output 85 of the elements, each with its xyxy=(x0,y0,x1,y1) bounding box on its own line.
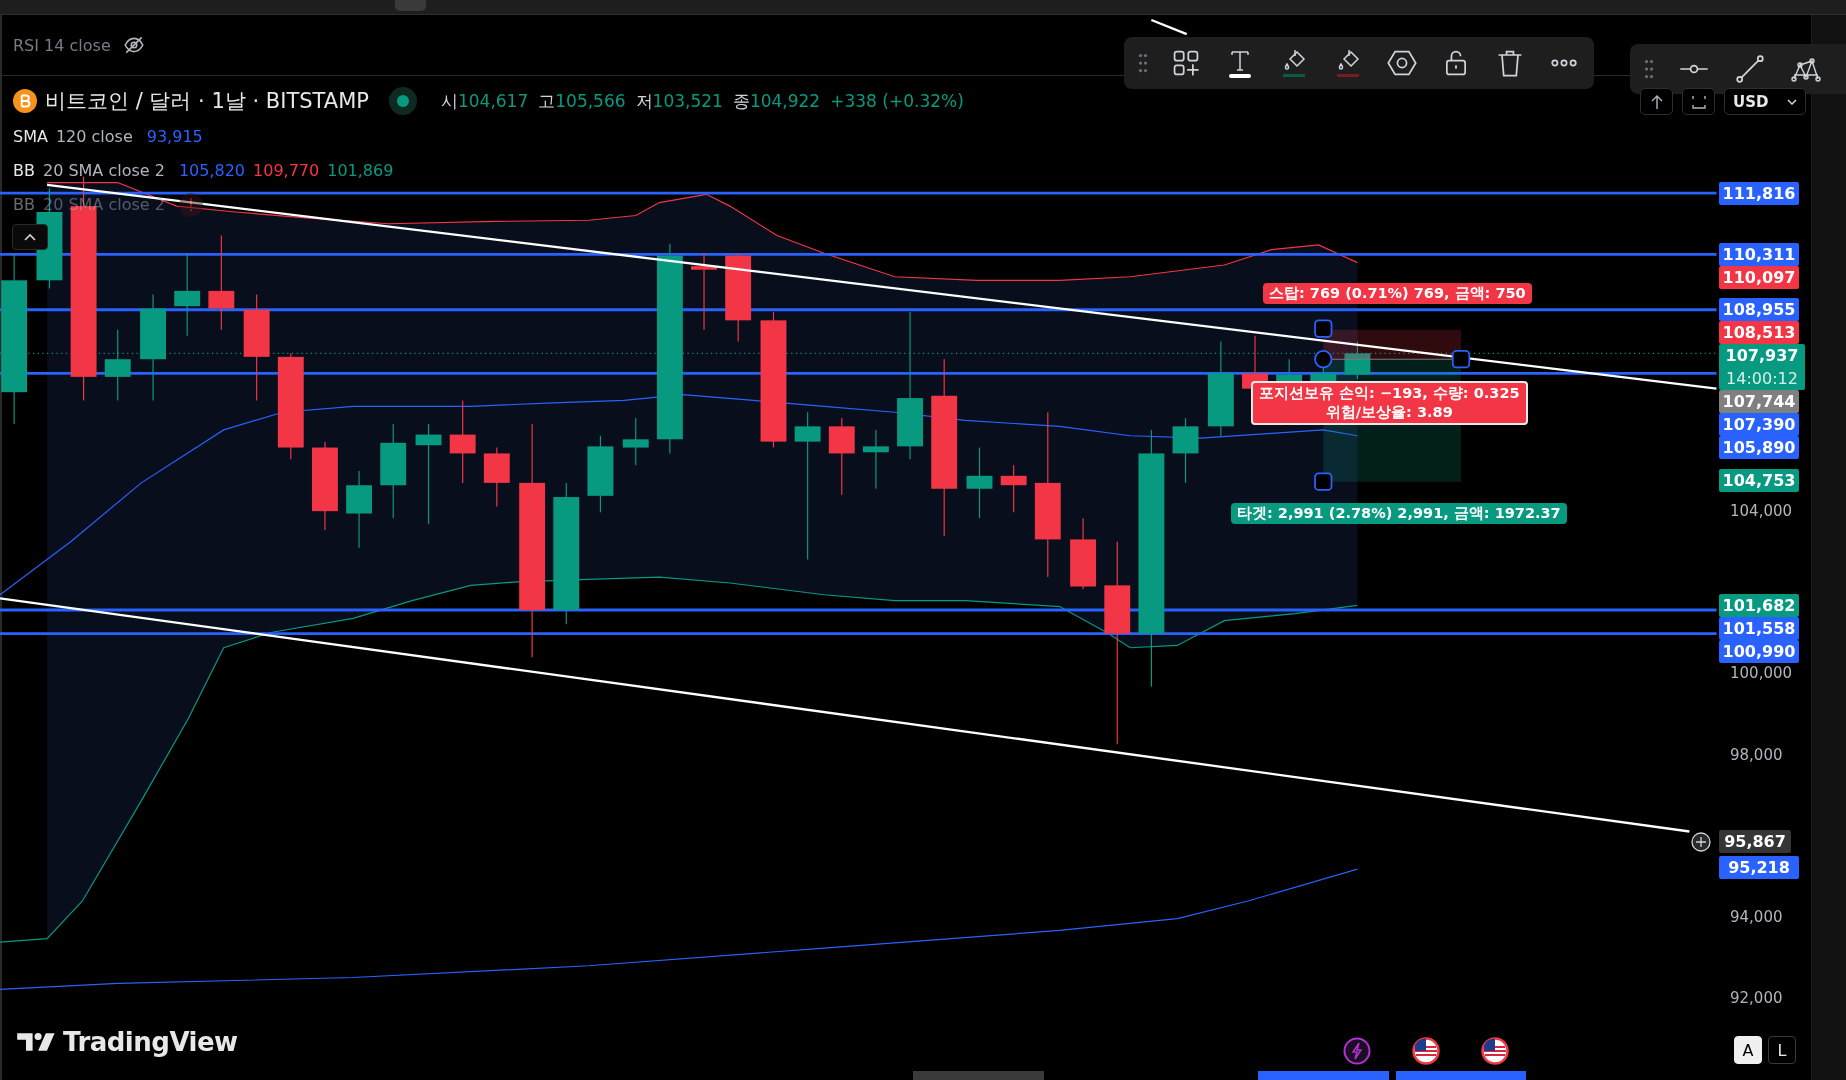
ohlc-value: 104,922 xyxy=(749,91,821,111)
trend-line-icon[interactable] xyxy=(1734,53,1766,85)
horizontal-line[interactable] xyxy=(0,252,1717,256)
arrow-up-icon xyxy=(1649,93,1664,110)
price-label: 110,097 xyxy=(1719,266,1799,290)
price-value: 107,937 xyxy=(1724,345,1800,368)
flag-event-icon[interactable] xyxy=(1480,1036,1510,1066)
axis-tick-label: 104,000 xyxy=(1730,501,1793,521)
ohlc-label: 저 xyxy=(635,89,653,113)
indicator-params: 20 SMA close 2 xyxy=(42,161,165,180)
currency-dropdown[interactable]: USD xyxy=(1724,88,1806,115)
caret-icon xyxy=(24,233,36,241)
scale-button[interactable]: A xyxy=(1734,1036,1762,1064)
ohlc-value: 105,566 xyxy=(555,91,626,111)
horizontal-line[interactable] xyxy=(0,308,1717,312)
candle xyxy=(622,417,649,466)
axis-tick-label: 98,000 xyxy=(1730,744,1783,765)
risk-reward-text: 위험/보상율: 3.89 xyxy=(1325,403,1453,422)
price-label: 95,218 xyxy=(1719,856,1799,880)
drag-grip-icon[interactable] xyxy=(1138,53,1148,73)
ohlc-value: 103,521 xyxy=(652,91,723,111)
axis-tick-label: 100,000 xyxy=(1730,663,1793,684)
countdown-timer: 14:00:12 xyxy=(1725,368,1799,391)
drag-handle[interactable] xyxy=(1451,350,1471,369)
add-icon[interactable] xyxy=(1690,830,1712,853)
candle xyxy=(862,429,889,490)
eye-slash-icon[interactable] xyxy=(122,34,145,56)
indicator-value: 93,915 xyxy=(146,127,203,146)
price-label: 101,682 xyxy=(1719,593,1799,617)
lightning-event-icon[interactable] xyxy=(1342,1036,1372,1066)
ohlc-label: 종 xyxy=(732,89,750,113)
axis-tick-label: 92,000 xyxy=(1730,988,1783,1009)
axis-tick-label: 94,000 xyxy=(1730,907,1783,927)
indicator-name[interactable]: BB xyxy=(13,195,35,214)
price-label: 108,513 xyxy=(1719,321,1799,345)
drag-handle[interactable] xyxy=(1314,319,1333,338)
price-label: 107,390 xyxy=(1719,413,1799,437)
price-label: 105,890 xyxy=(1719,436,1799,460)
collapse-button[interactable] xyxy=(12,224,48,250)
stop-loss-label: 스탑: 769 (0.71%) 769, 금액: 750 xyxy=(1263,283,1532,304)
chevron-down-icon xyxy=(1787,98,1797,105)
price-label: 108,955 xyxy=(1719,298,1799,322)
price-label: 107,744 xyxy=(1719,390,1799,414)
fit-button[interactable] xyxy=(1682,88,1715,115)
indicator-params: 120 close xyxy=(55,127,133,146)
indicator-value: 101,869 xyxy=(327,161,394,180)
price-label: 104,753 xyxy=(1719,468,1799,492)
bracket-icon xyxy=(1690,93,1707,110)
price-label: 101,558 xyxy=(1719,616,1799,640)
scroll-button[interactable] xyxy=(1640,88,1673,115)
price-label: 111,816 xyxy=(1719,182,1799,206)
indicator-value: 105,820 xyxy=(178,161,246,180)
ohlc-value: 104,617 xyxy=(457,91,529,111)
scrollbar-thumb[interactable] xyxy=(913,1071,1044,1080)
coin-icon xyxy=(13,89,37,113)
flag-event-icon[interactable] xyxy=(1411,1036,1441,1066)
drag-handle[interactable] xyxy=(1314,350,1333,369)
trend-line[interactable] xyxy=(1150,18,1188,36)
logo-icon xyxy=(17,1031,57,1053)
horizontal-line[interactable] xyxy=(0,191,1717,195)
warning-icon[interactable] xyxy=(178,192,203,217)
drag-grip-icon[interactable] xyxy=(1644,59,1654,79)
brand-name[interactable]: TradingView xyxy=(63,1027,238,1057)
scale-button[interactable]: L xyxy=(1768,1036,1796,1064)
indicator-name[interactable]: BB xyxy=(13,161,35,180)
indicator-value: 109,770 xyxy=(253,161,320,180)
indicator-name[interactable]: SMA xyxy=(13,127,48,146)
pnl-text: 포지션보유 손익: −193, 수량: 0.325 xyxy=(1259,384,1520,403)
horizontal-line[interactable] xyxy=(0,608,1717,612)
horizontal-line[interactable] xyxy=(0,371,1717,375)
horizontal-line[interactable] xyxy=(0,632,1717,636)
take-profit-label: 타겟: 2,991 (2.78%) 2,991, 금액: 1972.37 xyxy=(1231,503,1567,524)
price-label: 100,990 xyxy=(1719,639,1799,663)
ohlc-label: 시 xyxy=(440,89,458,113)
price-label: 95,867 xyxy=(1719,829,1791,853)
drag-handle[interactable] xyxy=(1314,472,1333,491)
candle xyxy=(1344,340,1371,380)
ohlc-label: 고 xyxy=(538,89,556,113)
symbol-title[interactable]: 비트코인 / 달러 · 1날 · BITSTAMP xyxy=(45,87,369,115)
candle xyxy=(1172,417,1199,484)
candle xyxy=(1000,464,1027,513)
price-change: +338 (+0.32%) xyxy=(830,91,964,111)
indicator-title: RSI 14 close xyxy=(13,35,111,55)
price-label: 110,311 xyxy=(1719,243,1799,267)
candle xyxy=(483,446,510,507)
